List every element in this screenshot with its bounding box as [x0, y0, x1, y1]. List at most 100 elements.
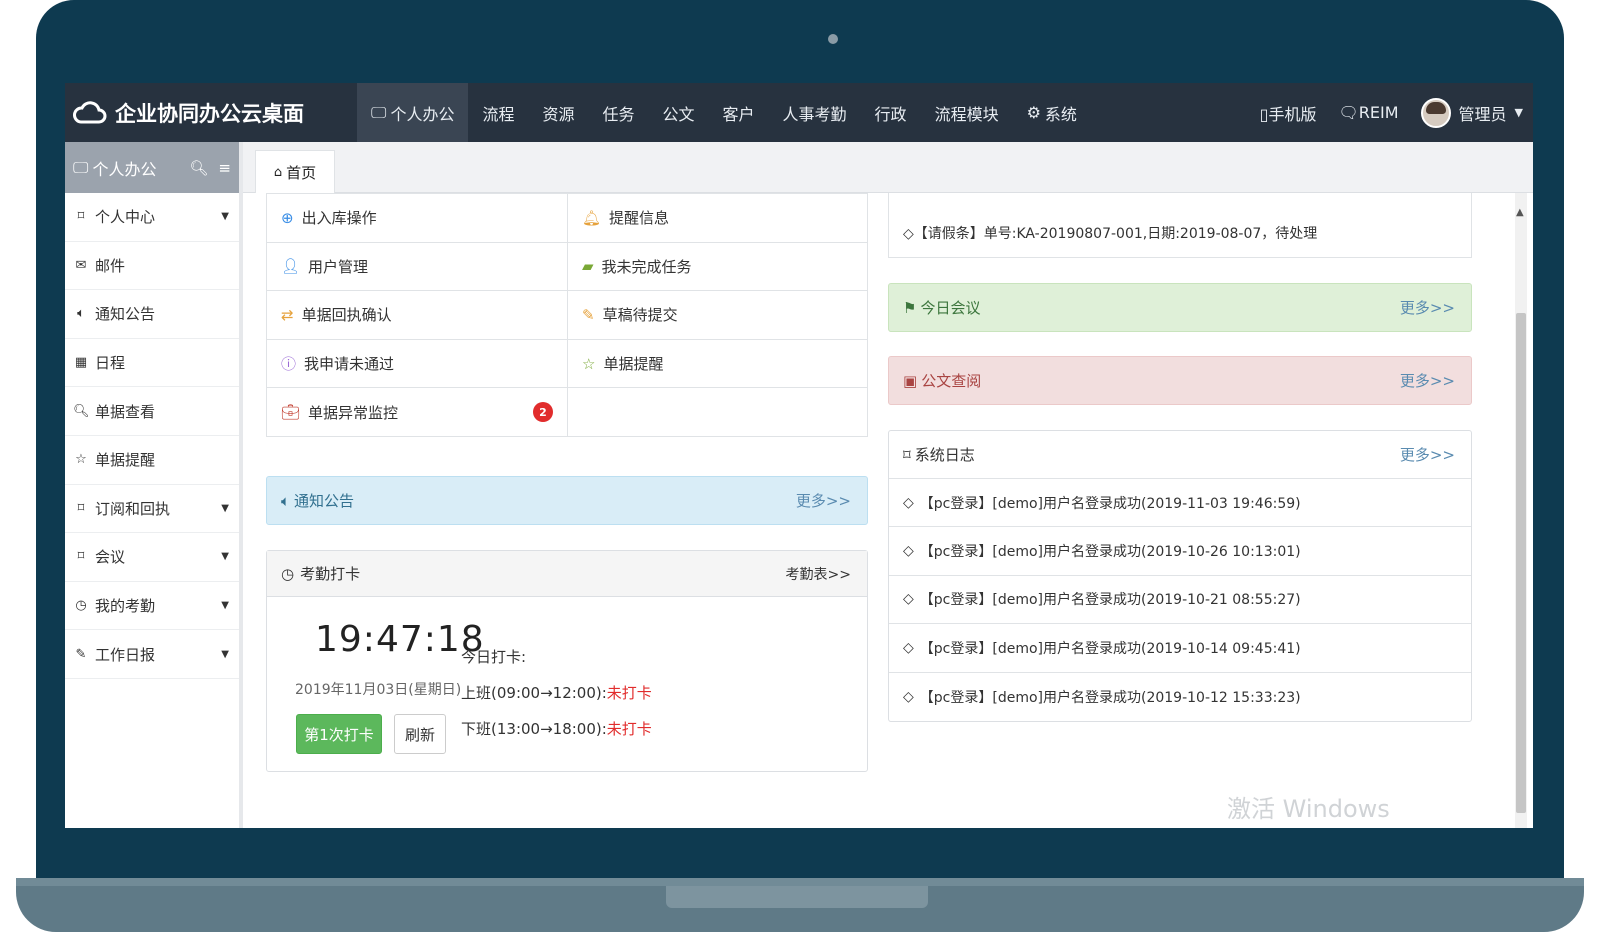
user-menu[interactable]: 管理员 ▼ [1420, 97, 1523, 128]
clock-icon: ◷ [75, 598, 87, 614]
notice-more-link[interactable]: 更多>> [796, 490, 851, 511]
cloud-logo-icon [73, 100, 107, 123]
sidebar-item-notice[interactable]: 🔈︎ 通知公告 [65, 290, 239, 339]
system-log-panel: ⌑ 系统日志 更多>> ◇ 【pc登录】[demo]用户名登录成功(2019-11… [888, 430, 1472, 722]
brand-title: 企业协同办公云桌面 [115, 101, 304, 126]
vertical-scrollbar[interactable]: ▲ [1515, 193, 1527, 828]
quick-drafts[interactable]: ✎ 草稿待提交 [567, 291, 867, 339]
quick-inventory-ops[interactable]: ⊕ 出入库操作 [267, 194, 567, 242]
quick-row: ⓘ 我申请未通过 ☆ 单据提醒 [267, 338, 867, 388]
search-icon[interactable]: 🔍︎ [189, 159, 208, 177]
laptop-base-lip [16, 878, 1584, 886]
log-row[interactable]: ◇ 【pc登录】[demo]用户名登录成功(2019-11-03 19:46:59… [889, 479, 1471, 528]
quick-doc-reminder[interactable]: ☆ 单据提醒 [567, 339, 867, 388]
caret-down-icon: ▼ [221, 211, 229, 223]
nav-resource[interactable]: 资源 [528, 83, 588, 142]
sidebar-item-my-attendance[interactable]: ◷ 我的考勤 ▼ [65, 582, 239, 631]
quick-unfinished-tasks[interactable]: ▰ 我未完成任务 [567, 242, 867, 291]
system-log-more-link[interactable]: 更多>> [1400, 444, 1455, 465]
quick-rejected-requests[interactable]: ⓘ 我申请未通过 [267, 340, 567, 388]
nav-personal-office[interactable]: 🖵 个人办公 [357, 83, 469, 142]
sidebar-item-doc-reminder[interactable]: ☆ 单据提醒 [65, 436, 239, 485]
sidebar-item-personal-center[interactable]: ⌑ 个人中心 ▼ [65, 193, 239, 242]
search-icon: 🔍︎ [73, 403, 90, 419]
quick-user-manage[interactable]: 👤︎ 用户管理 [267, 243, 567, 291]
sidebar-item-daily-report[interactable]: ✎ 工作日报 ▼ [65, 630, 239, 679]
log-row[interactable]: ◇ 【pc登录】[demo]用户名登录成功(2019-10-14 09:45:41… [889, 624, 1471, 673]
volume-icon: 🔈︎ [281, 491, 291, 510]
plus-circle-icon: ⊕ [281, 208, 294, 227]
quick-reminder-info[interactable]: 🔔︎ 提醒信息 [567, 194, 867, 242]
scrollbar-thumb[interactable] [1516, 313, 1526, 813]
nav-customer[interactable]: 客户 [709, 83, 769, 142]
top-right-tools: ▯手机版 🗨REIM 管理员 ▼ [1260, 83, 1523, 142]
reim-link[interactable]: 🗨REIM [1338, 103, 1398, 122]
nav-process[interactable]: 流程 [468, 83, 528, 142]
nav-admin[interactable]: 行政 [861, 83, 921, 142]
attendance-sheet-link[interactable]: 考勤表>> [786, 564, 851, 584]
diamond-icon: ◇ [903, 543, 914, 560]
gear-icon: ⚙ [1026, 103, 1041, 122]
nav-label: 系统 [1044, 104, 1077, 124]
nav-label: 公文 [662, 104, 695, 124]
notice-panel[interactable]: 🔈︎ 通知公告 更多>> [266, 476, 868, 525]
sidebar-item-meeting[interactable]: ⌑ 会议 ▼ [65, 533, 239, 582]
home-icon: ⌂ [273, 164, 283, 180]
tab-home[interactable]: ⌂ 首页 [255, 150, 335, 193]
camera-dot [828, 34, 838, 44]
sidebar-item-label: 工作日报 [95, 645, 156, 664]
diamond-icon: ◇ [903, 688, 914, 705]
sidebar: 🖵 个人办公 🔍︎ ≡ ⌑ 个人中心 ▼ ✉ 邮件 🔈︎ 通知公告 ▦ 日程 🔍… [65, 142, 243, 828]
quick-empty-cell [567, 388, 867, 436]
tab-label: 首页 [286, 163, 317, 182]
volume-icon: 🔈︎ [77, 306, 85, 322]
meeting-panel[interactable]: ⚑ 今日会议 更多>> [888, 283, 1472, 332]
brand[interactable]: 企业协同办公云桌面 [73, 83, 304, 142]
meeting-title: 今日会议 [920, 299, 981, 317]
log-row[interactable]: ◇ 【pc登录】[demo]用户名登录成功(2019-10-21 08:55:27… [889, 576, 1471, 625]
user-icon: 👤︎ [281, 257, 301, 276]
document-more-link[interactable]: 更多>> [1400, 370, 1455, 391]
bookmark-icon: ⌑ [903, 445, 911, 464]
quick-doc-exception-monitor[interactable]: 💼︎ 单据异常监控 2 [267, 388, 567, 436]
sidebar-item-mail[interactable]: ✉ 邮件 [65, 242, 239, 291]
sidebar-item-schedule[interactable]: ▦ 日程 [65, 339, 239, 388]
document-panel[interactable]: ▣ 公文查阅 更多>> [888, 356, 1472, 405]
log-row[interactable]: ◇ 【pc登录】[demo]用户名登录成功(2019-10-12 15:33:23… [889, 673, 1471, 721]
sidebar-item-doc-view[interactable]: 🔍︎ 单据查看 [65, 387, 239, 436]
nav-document[interactable]: 公文 [649, 83, 709, 142]
bookmark-icon: ⌑ [77, 549, 85, 565]
sidebar-item-label: 单据查看 [95, 402, 156, 421]
quick-receipt-confirm[interactable]: ⇄ 单据回执确认 [267, 291, 567, 339]
quick-label: 我未完成任务 [601, 257, 692, 276]
sidebar-item-label: 订阅和回执 [95, 499, 171, 518]
log-row[interactable]: ◇ 【pc登录】[demo]用户名登录成功(2019-10-26 10:13:01… [889, 527, 1471, 576]
diamond-icon: ◇ [903, 494, 914, 511]
punch-info: 今日打卡: 上班(09:00→12:00):未打卡 下班(13:00→18:00… [461, 639, 652, 747]
refresh-button[interactable]: 刷新 [394, 714, 446, 754]
count-badge: 2 [533, 402, 553, 423]
scroll-up-icon[interactable]: ▲ [1516, 207, 1524, 218]
monitor-icon: 🖵 [73, 157, 89, 177]
meeting-more-link[interactable]: 更多>> [1400, 297, 1455, 318]
sidebar-item-label: 通知公告 [95, 305, 156, 324]
sidebar-item-label: 会议 [95, 548, 126, 567]
sidebar-item-subscribe[interactable]: ⌑ 订阅和回执 ▼ [65, 485, 239, 534]
log-text: 【pc登录】[demo]用户名登录成功(2019-10-14 09:45:41) [919, 640, 1301, 657]
sidebar-item-label: 个人中心 [95, 208, 156, 227]
nav-system[interactable]: ⚙ 系统 [1013, 83, 1091, 142]
nav-task[interactable]: 任务 [588, 83, 648, 142]
todo-panel: ◇【请假条】单号:KA-20190807-001,日期:2019-08-07，待… [888, 193, 1472, 258]
quick-row: ⊕ 出入库操作 🔔︎ 提醒信息 [267, 193, 867, 242]
menu-icon[interactable]: ≡ [218, 159, 231, 177]
punch-in-button[interactable]: 第1次打卡 [296, 714, 382, 754]
book-icon: ▰ [582, 257, 594, 276]
nav-label: 资源 [542, 104, 575, 124]
sidebar-item-label: 邮件 [95, 256, 126, 275]
today-punch-label: 今日打卡: [461, 648, 527, 666]
mobile-link[interactable]: ▯手机版 [1260, 101, 1317, 125]
off-duty-label: 下班(13:00→18:00): [461, 720, 607, 738]
nav-process-module[interactable]: 流程模块 [921, 83, 1013, 142]
todo-item[interactable]: ◇【请假条】单号:KA-20190807-001,日期:2019-08-07，待… [903, 223, 1317, 243]
nav-hr-attendance[interactable]: 人事考勤 [769, 83, 861, 142]
